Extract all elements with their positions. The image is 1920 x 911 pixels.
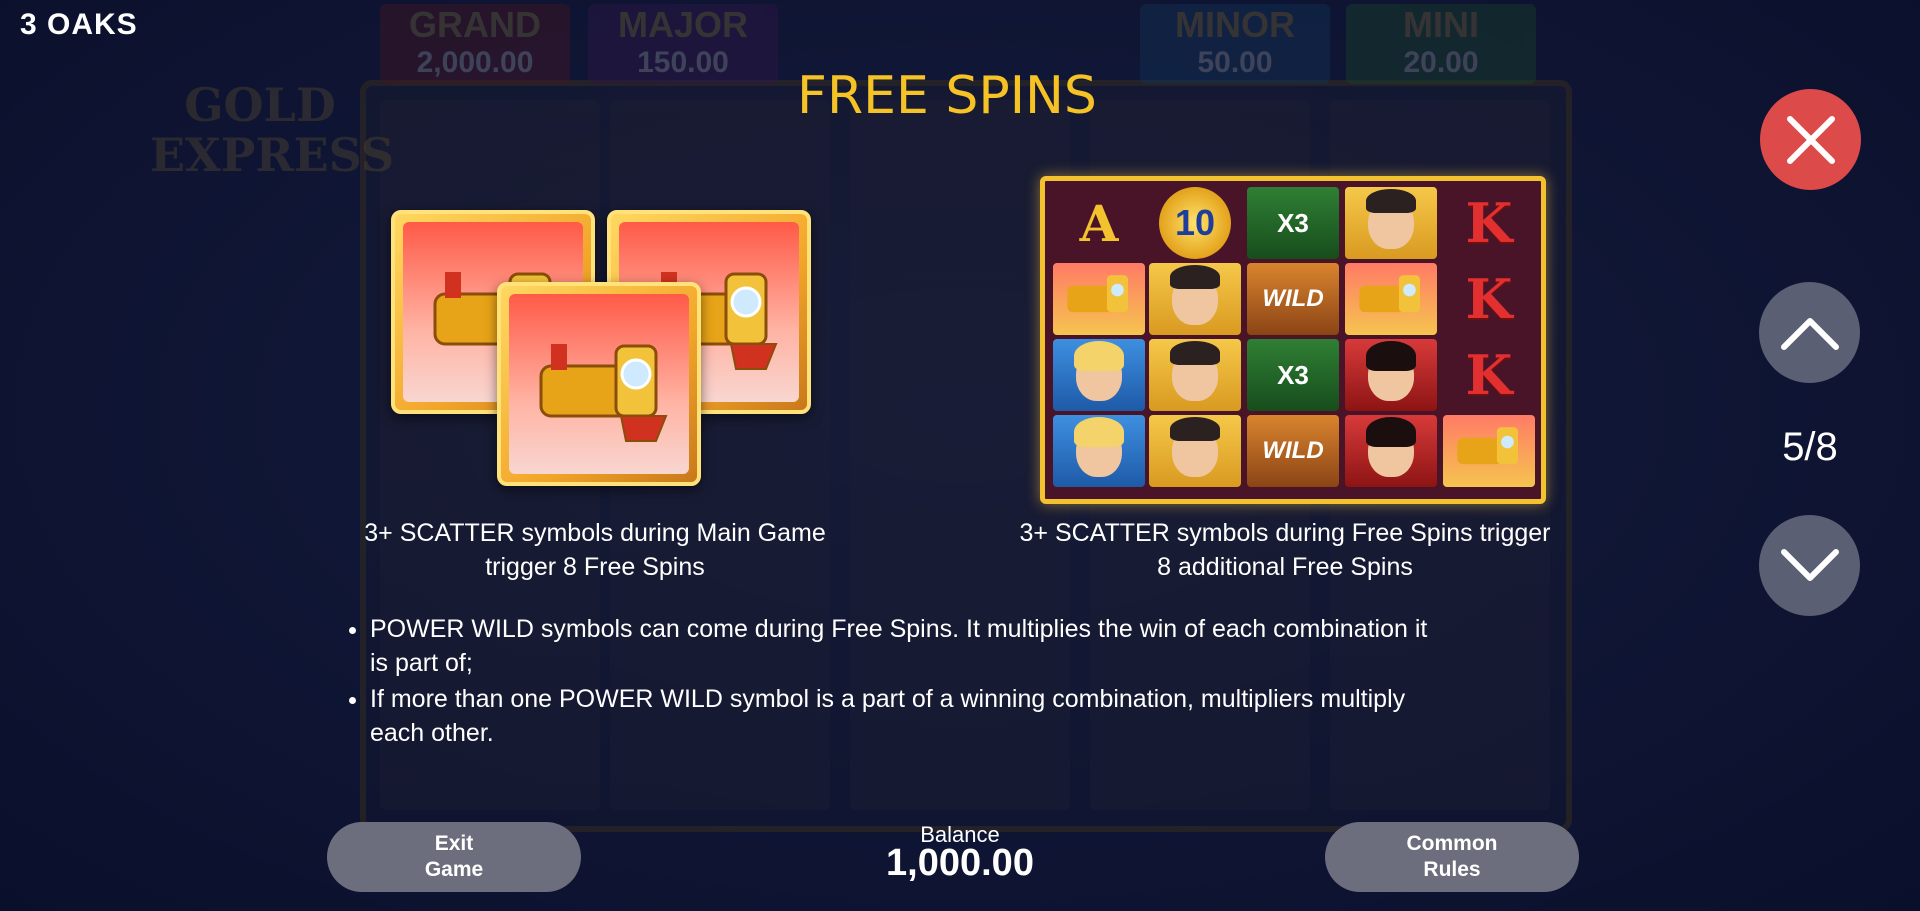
page-up-button[interactable] bbox=[1759, 282, 1860, 383]
power-wild-symbol: WILD bbox=[1247, 415, 1339, 487]
page-title: FREE SPINS bbox=[797, 66, 1097, 126]
brunette-lady-symbol bbox=[1345, 415, 1437, 487]
scatter-symbol bbox=[1345, 263, 1437, 335]
game-background: GRAND 2,000.00 MAJOR 150.00 MINOR 50.00 MIN… bbox=[0, 0, 1920, 911]
scatter-symbol bbox=[1443, 415, 1535, 487]
scatter-main-game-caption: 3+ SCATTER symbols during Main Game trig… bbox=[364, 519, 826, 581]
scatter-symbols-illustration bbox=[385, 170, 825, 490]
conductor-symbol bbox=[1149, 415, 1241, 487]
chevron-up-icon bbox=[1780, 317, 1839, 350]
train-icon bbox=[539, 344, 668, 442]
close-button[interactable] bbox=[1760, 89, 1861, 190]
multiplier-symbol: X3 bbox=[1247, 187, 1339, 259]
dim-overlay bbox=[0, 0, 1920, 911]
blonde-lady-symbol bbox=[1053, 339, 1145, 411]
coin-symbol: 10 bbox=[1159, 187, 1231, 259]
grid-symbol-k: K bbox=[1465, 267, 1513, 331]
close-icon bbox=[1786, 115, 1835, 164]
scatter-free-spins-caption: 3+ SCATTER symbols during Free Spins tri… bbox=[1019, 519, 1551, 581]
rule-item: If more than one POWER WILD symbol is a … bbox=[370, 682, 1450, 750]
blonde-lady-symbol bbox=[1053, 415, 1145, 487]
conductor-symbol bbox=[1149, 263, 1241, 335]
brunette-lady-symbol bbox=[1345, 339, 1437, 411]
page-indicator: 5/8 bbox=[1782, 425, 1838, 469]
grid-symbol-k: K bbox=[1465, 343, 1513, 407]
chevron-down-icon bbox=[1780, 548, 1839, 581]
train-icon bbox=[1359, 275, 1420, 313]
grid-symbol-k: K bbox=[1465, 191, 1513, 255]
brand-logo: 3 OAKS bbox=[20, 8, 138, 41]
page-down-button[interactable] bbox=[1759, 515, 1860, 616]
rules-list: POWER WILD symbols can come during Free … bbox=[340, 612, 1450, 752]
balance-value: 1,000.00 bbox=[886, 842, 1034, 884]
train-icon bbox=[1067, 275, 1128, 313]
common-rules-button[interactable]: Common Rules bbox=[1325, 822, 1579, 892]
scatter-symbol bbox=[1053, 263, 1145, 335]
conductor-symbol bbox=[1345, 187, 1437, 259]
free-spins-grid-illustration: A 10 X3 K WILD K X3 K WILD bbox=[1040, 176, 1546, 504]
scatter-symbol bbox=[497, 282, 701, 486]
exit-game-button[interactable]: Exit Game bbox=[327, 822, 581, 892]
rule-item: POWER WILD symbols can come during Free … bbox=[370, 612, 1450, 680]
grid-symbol-a: A bbox=[1079, 193, 1119, 253]
multiplier-symbol: X3 bbox=[1247, 339, 1339, 411]
power-wild-symbol: WILD bbox=[1247, 263, 1339, 335]
train-icon bbox=[1457, 427, 1518, 465]
conductor-symbol bbox=[1149, 339, 1241, 411]
